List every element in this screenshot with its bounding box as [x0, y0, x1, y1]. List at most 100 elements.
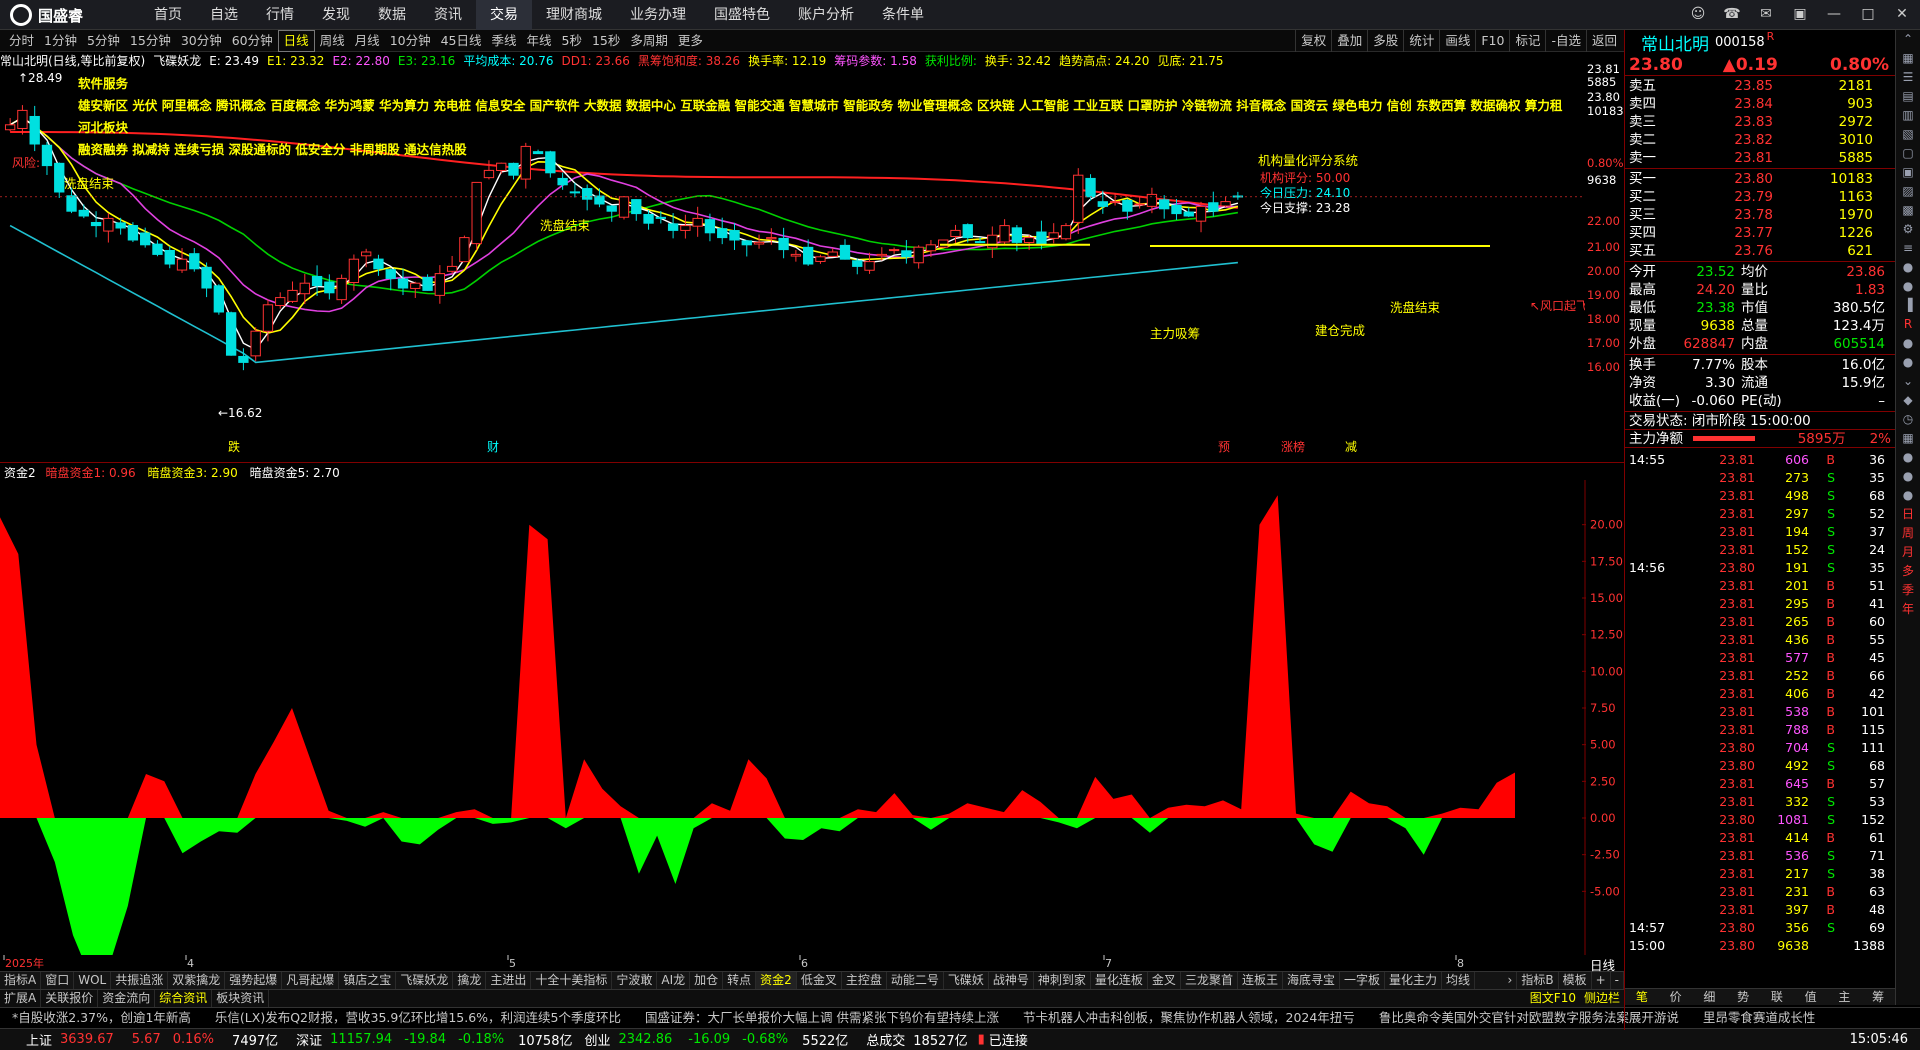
dot-icon[interactable]: ● [1896, 486, 1920, 505]
candle-body[interactable] [839, 244, 851, 260]
candle-body[interactable] [311, 275, 323, 287]
candle-body[interactable] [90, 221, 102, 227]
close-icon[interactable]: ✕ [1892, 3, 1912, 25]
period-tab[interactable]: 5秒 [557, 30, 587, 52]
candle-body[interactable] [1171, 204, 1182, 215]
bottom-tab[interactable]: 扩展A [0, 990, 42, 1007]
candle-body[interactable] [483, 169, 495, 179]
candle-body[interactable] [471, 181, 482, 245]
indicator-tab[interactable]: 量化连板 [1091, 972, 1148, 989]
period-tab[interactable]: 30分钟 [176, 30, 227, 52]
candle-body[interactable] [876, 253, 887, 257]
candle-body[interactable] [1048, 232, 1059, 239]
candle-body[interactable] [4, 124, 16, 131]
bottom-tab[interactable]: 综合资讯 [155, 990, 213, 1007]
candle-body[interactable] [103, 217, 114, 232]
dot-icon[interactable]: ● [1896, 467, 1920, 486]
dot-icon[interactable]: ● [1896, 277, 1920, 296]
candle-body[interactable] [631, 199, 642, 215]
candle-body[interactable] [164, 249, 175, 265]
candle-body[interactable] [238, 355, 249, 363]
candle-body[interactable] [446, 265, 458, 272]
candle-body[interactable] [692, 217, 703, 227]
candle-body[interactable] [766, 237, 777, 240]
indicator-tab[interactable]: 飞碟妖 [944, 972, 989, 989]
indicator-tab[interactable]: 海底寻宝 [1283, 972, 1340, 989]
clock-icon[interactable]: ◷ [1896, 410, 1920, 429]
panel-icon[interactable]: ▩ [1896, 201, 1920, 220]
side-period-button[interactable]: 周 [1896, 524, 1920, 543]
bottom-tab-right[interactable]: 图文F10 [1526, 990, 1580, 1007]
dot-icon[interactable]: ● [1896, 353, 1920, 372]
candle-body[interactable] [78, 209, 89, 217]
cy-index-label[interactable]: 创业 [584, 1030, 610, 1049]
indicator-tab[interactable]: 宁波敢 [612, 972, 658, 989]
candle-body[interactable] [925, 244, 937, 252]
detail-tab[interactable]: 笔 [1625, 989, 1659, 1005]
detail-tab[interactable]: 价 [1659, 989, 1693, 1005]
candle-body[interactable] [704, 219, 716, 234]
bid-row[interactable]: 买四 23.77 1226 [1625, 224, 1895, 242]
chart-tool-button[interactable]: 画线 [1439, 30, 1475, 52]
candle-body[interactable] [569, 191, 581, 194]
news-item[interactable]: 鲁比奥命令美国外交官针对欧盟数字服务法案展开游说 [1367, 1008, 1691, 1028]
candle-body[interactable] [299, 282, 310, 295]
table-icon[interactable]: ▥ [1896, 106, 1920, 125]
indicator-tab[interactable]: 十全十美指标 [531, 972, 613, 989]
candle-body[interactable] [1183, 211, 1194, 217]
candle-body[interactable] [999, 225, 1010, 243]
candle-body[interactable] [680, 225, 691, 231]
skin-icon[interactable]: ▣ [1790, 3, 1810, 25]
candle-body[interactable] [606, 205, 617, 212]
indicator-tab[interactable]: 主控盘 [842, 972, 887, 989]
ask-row[interactable]: 卖一 23.81 5885 [1625, 149, 1895, 167]
candle-body[interactable] [361, 251, 372, 257]
chart-icon[interactable]: ▤ [1896, 87, 1920, 106]
candle-body[interactable] [201, 266, 212, 289]
candle-body[interactable] [729, 230, 740, 241]
arrow-up-icon[interactable]: ⌃ [1896, 30, 1920, 49]
news-item[interactable]: 乐信(LX)发布Q2财报，营收35.9亿环比增15.6%，利润连续5个季度环比 [203, 1008, 633, 1028]
period-tab[interactable]: 季线 [487, 30, 522, 52]
candle-body[interactable] [1109, 201, 1121, 204]
detail-tab[interactable]: 主 [1828, 989, 1862, 1005]
menu-item[interactable]: 业务办理 [616, 0, 700, 30]
indicator-tab[interactable]: 量化主力 [1385, 972, 1443, 989]
candle-body[interactable] [250, 330, 261, 357]
ask-row[interactable]: 卖四 23.84 903 [1625, 95, 1895, 113]
period-tab[interactable]: 周线 [315, 30, 350, 52]
candle-body[interactable] [262, 304, 274, 332]
candle-body[interactable] [508, 162, 519, 176]
side-period-button[interactable]: 多 [1896, 562, 1920, 581]
candle-body[interactable] [17, 109, 28, 129]
candle-body[interactable] [974, 241, 986, 244]
indicator-tab[interactable]: 转点 [723, 972, 757, 989]
candle-body[interactable] [938, 239, 949, 248]
side-period-button[interactable]: 日 [1896, 505, 1920, 524]
indicator-tab[interactable]: 低金叉 [797, 972, 842, 989]
candle-body[interactable] [422, 276, 433, 291]
candle-body[interactable] [1146, 193, 1158, 207]
candle-body[interactable] [987, 234, 998, 249]
bid-row[interactable]: 买二 23.79 1163 [1625, 188, 1895, 206]
candle-body[interactable] [434, 273, 446, 296]
indicator-tab[interactable]: 加仓 [690, 972, 724, 989]
indicator-tab[interactable]: WOL [74, 972, 112, 989]
maximize-icon[interactable]: □ [1858, 3, 1878, 25]
period-tab[interactable]: 5分钟 [82, 30, 125, 52]
ask-row[interactable]: 卖五 23.85 2181 [1625, 77, 1895, 95]
candle-body[interactable] [1011, 227, 1023, 243]
candle-body[interactable] [54, 162, 65, 193]
period-tab[interactable]: 月线 [350, 30, 385, 52]
indicator-tab[interactable]: 金叉 [1148, 972, 1181, 989]
candle-body[interactable] [176, 258, 188, 271]
candle-body[interactable] [140, 232, 151, 246]
period-tab[interactable]: 15秒 [587, 30, 625, 52]
window-icon[interactable]: ▢ [1896, 144, 1920, 163]
stack-icon[interactable]: ≡ [1896, 239, 1920, 258]
list-icon[interactable]: ☰ [1896, 68, 1920, 87]
grid-icon[interactable]: ▦ [1896, 429, 1920, 448]
candle-body[interactable] [41, 144, 53, 167]
candle-body[interactable] [1220, 201, 1231, 207]
indicator-tab[interactable]: 双紫擒龙 [168, 972, 226, 989]
